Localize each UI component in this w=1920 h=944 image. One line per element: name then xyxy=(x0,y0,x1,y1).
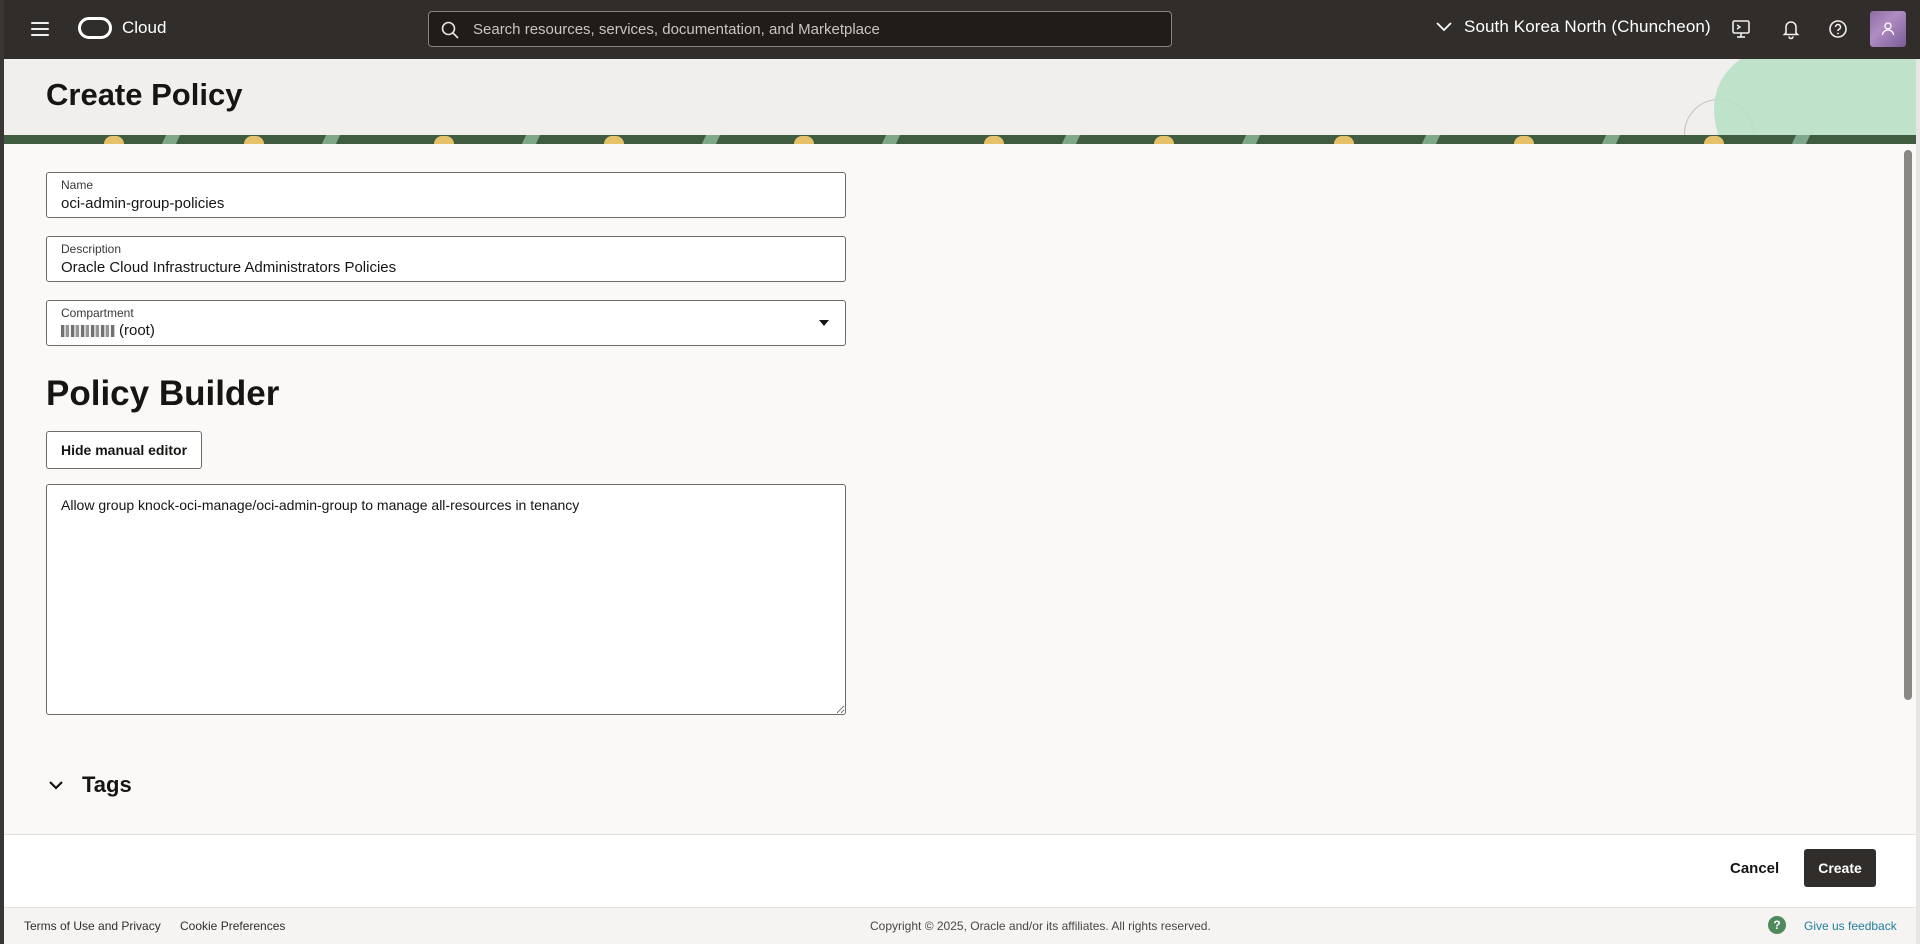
create-button[interactable]: Create xyxy=(1804,849,1876,887)
window-right-edge xyxy=(1916,0,1920,944)
cookie-preferences-link[interactable]: Cookie Preferences xyxy=(180,919,285,933)
search-icon xyxy=(441,21,459,39)
menu-icon[interactable] xyxy=(28,18,54,40)
vertical-scrollbar[interactable] xyxy=(1900,144,1916,834)
tags-section-toggle[interactable]: Tags xyxy=(48,772,132,798)
oracle-logo[interactable] xyxy=(78,17,112,39)
compartment-value: (root) xyxy=(61,322,155,339)
compartment-select[interactable]: Compartment (root) xyxy=(46,300,846,346)
policy-builder-title: Policy Builder xyxy=(46,374,280,413)
description-input[interactable] xyxy=(61,257,821,277)
hide-manual-editor-button[interactable]: Hide manual editor xyxy=(46,431,203,469)
feedback-help-icon[interactable]: ? xyxy=(1768,916,1786,934)
chevron-down-icon xyxy=(49,781,63,790)
global-search[interactable] xyxy=(428,11,1172,47)
compartment-root-suffix: (root) xyxy=(119,322,155,339)
name-field[interactable]: Name xyxy=(46,172,846,218)
user-avatar[interactable] xyxy=(1870,11,1906,47)
decorative-leaf-shape xyxy=(1714,59,1916,144)
bell-icon[interactable] xyxy=(1778,16,1804,42)
page-header: Create Policy xyxy=(4,59,1916,144)
terms-link[interactable]: Terms of Use and Privacy xyxy=(24,919,161,933)
dropdown-caret-icon[interactable] xyxy=(819,320,829,326)
name-input[interactable] xyxy=(61,193,821,213)
help-icon[interactable] xyxy=(1825,16,1851,42)
user-icon xyxy=(1881,22,1895,36)
scrollbar-thumb[interactable] xyxy=(1904,150,1912,700)
cancel-button[interactable]: Cancel xyxy=(1716,849,1793,887)
region-selector[interactable]: South Korea North (Chuncheon) xyxy=(1436,17,1711,37)
top-navigation-bar: Cloud South Korea North (Chuncheon) xyxy=(4,0,1920,59)
region-label: South Korea North (Chuncheon) xyxy=(1464,17,1711,36)
brand-name[interactable]: Cloud xyxy=(122,18,166,38)
form-action-bar: Cancel Create xyxy=(4,834,1916,908)
redacted-tenancy-name xyxy=(61,324,115,337)
search-input[interactable] xyxy=(473,12,1153,46)
page-footer: Terms of Use and Privacy Cookie Preferen… xyxy=(4,908,1916,944)
decorative-band xyxy=(4,135,1916,144)
name-label: Name xyxy=(61,178,94,192)
description-label: Description xyxy=(61,242,122,256)
policy-form: Name Description Compartment (root) Poli… xyxy=(4,144,1900,834)
page-title: Create Policy xyxy=(46,77,243,112)
description-field[interactable]: Description xyxy=(46,236,846,282)
tags-label: Tags xyxy=(82,772,132,797)
policy-statement-editor[interactable]: Allow group knock-oci-manage/oci-admin-g… xyxy=(46,484,846,715)
chevron-down-icon xyxy=(1436,22,1452,32)
copyright-text: Copyright © 2025, Oracle and/or its affi… xyxy=(870,919,1211,933)
cloud-shell-icon[interactable] xyxy=(1728,16,1754,42)
give-feedback-link[interactable]: Give us feedback xyxy=(1804,919,1897,933)
compartment-label: Compartment xyxy=(61,306,134,320)
